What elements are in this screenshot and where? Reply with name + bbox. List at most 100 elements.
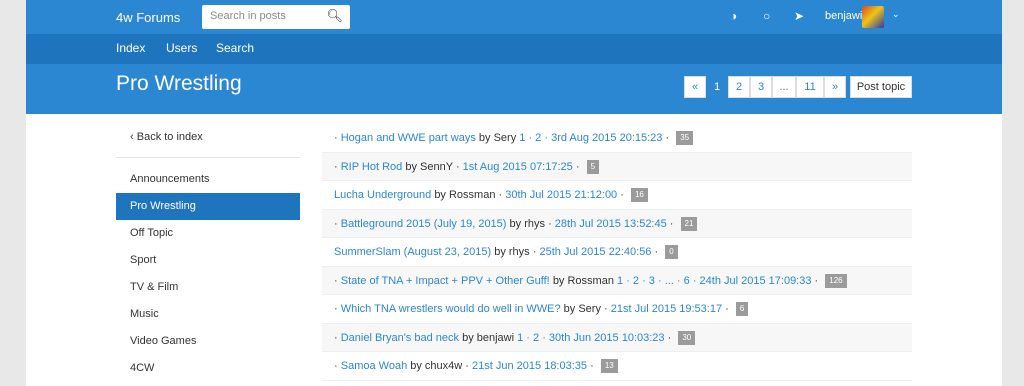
sidebar-item-announcements[interactable]: Announcements (116, 166, 300, 193)
topic-bullet: · (334, 331, 338, 344)
topic-bullet: · (334, 132, 338, 144)
reply-count-badge: 0 (665, 245, 678, 260)
topic-author: by benjawi (462, 331, 515, 344)
post-topic-button[interactable]: Post topic (850, 76, 912, 98)
reply-count-badge: 16 (630, 188, 648, 203)
sidebar-item-sport[interactable]: Sport (116, 247, 300, 274)
pagination-page-3[interactable]: 3 (750, 76, 772, 98)
topic-date[interactable]: 25th Jul 2015 22:40:56 (539, 246, 651, 258)
avatar[interactable] (862, 6, 884, 28)
sidebar-item-music[interactable]: Music (116, 301, 300, 328)
topic-separator: · (654, 246, 659, 258)
app-window: 4w Forums Search in posts 🔍︎ ◑ ○ ➤ benja… (26, 0, 1002, 386)
topic-row: · Samoa Woah by chux4w · 21st Jun 2015 1… (322, 352, 912, 381)
pagination-ellipsis: ... (772, 76, 796, 98)
reply-count-badge: 6 (735, 302, 749, 317)
reply-count-badge: 126 (825, 273, 847, 288)
topic-author: by SennY (405, 160, 453, 173)
topic-title[interactable]: Samoa Woah (341, 360, 407, 372)
topic-row: · Battleground 2015 (July 19, 2015) by r… (322, 209, 912, 238)
pagination-prev[interactable]: « (684, 76, 706, 98)
topic-author: by Rossman (552, 274, 614, 287)
topic-row: · Daniel Bryan's bad neck by benjawi 1 ·… (322, 323, 912, 352)
topic-pages: · (465, 360, 469, 372)
topic-date[interactable]: 1st Aug 2015 07:17:25 (463, 161, 573, 173)
topic-bullet: · (334, 217, 338, 230)
topic-pages: · (548, 217, 552, 230)
topic-bullet: · (334, 160, 338, 173)
topic-title[interactable]: Lucha Underground (334, 189, 431, 201)
topic-row: · Which TNA wrestlers would do well in W… (322, 295, 912, 324)
nav-users[interactable]: Users (166, 41, 197, 55)
topic-title[interactable]: Daniel Bryan's bad neck (341, 332, 459, 344)
search-icon[interactable]: 🔍︎ (326, 8, 343, 24)
topic-author: by Sery (563, 303, 601, 315)
topic-date[interactable]: 30th Jun 2015 10:03:23 (549, 332, 665, 344)
topic-row: · State of TNA + Impact + PPV + Other Gu… (322, 266, 912, 295)
topic-author: by rhys (509, 217, 545, 230)
reply-count-badge: 30 (678, 330, 696, 345)
topic-separator: · (590, 360, 594, 372)
topic-date[interactable]: 30th Jul 2015 21:12:00 (505, 189, 617, 201)
topic-date[interactable]: 21st Jun 2015 18:03:35 (472, 360, 587, 372)
topic-separator: · (667, 331, 672, 344)
topic-title[interactable]: Hogan and WWE part ways (341, 132, 476, 144)
sidebar-item-4cw[interactable]: 4CW (116, 355, 300, 382)
topic-date[interactable]: 21st Jul 2015 19:53:17 (611, 303, 722, 315)
topic-title[interactable]: RIP Hot Rod (341, 161, 403, 173)
sidebar-item-tv-film[interactable]: TV & Film (116, 274, 300, 301)
dashboard-icon[interactable]: ◑ (730, 9, 737, 23)
nav-index[interactable]: Index (116, 41, 145, 55)
topic-date[interactable]: 24th Jul 2015 17:09:33 (700, 275, 812, 287)
search-placeholder: Search in posts (210, 10, 286, 22)
topic-pages[interactable]: 1 · 2 · (519, 132, 548, 144)
username[interactable]: benjawi (825, 10, 862, 22)
topic-row: Lucha Underground by Rossman · 30th Jul … (322, 181, 912, 210)
topic-title[interactable]: Battleground 2015 (July 19, 2015) (341, 218, 507, 230)
topic-separator: · (620, 189, 624, 201)
topic-bullet: · (334, 303, 338, 315)
topic-title[interactable]: Which TNA wrestlers would do well in WWE… (341, 303, 561, 315)
brand-link[interactable]: 4w Forums (116, 10, 180, 25)
paper-plane-icon[interactable]: ➤ (794, 9, 804, 23)
topic-bullet: · (334, 360, 338, 372)
topic-pages[interactable]: 1 · 2 · (517, 332, 546, 344)
sidebar: ‹ Back to index Announcements Pro Wrestl… (116, 126, 300, 382)
topic-author: by chux4w (410, 360, 463, 372)
topic-separator: · (575, 160, 580, 173)
topic-author: by Rossman (434, 189, 496, 201)
pagination-page-1[interactable]: 1 (706, 76, 728, 98)
reply-count-badge: 5 (586, 159, 600, 174)
topic-date[interactable]: 3rd Aug 2015 20:15:23 (551, 132, 662, 144)
topic-author: by rhys (494, 246, 530, 258)
topic-separator: · (814, 274, 819, 287)
topic-date[interactable]: 28th Jul 2015 13:52:45 (555, 218, 667, 230)
nav-search[interactable]: Search (216, 41, 254, 55)
topic-pages: · (532, 246, 537, 258)
topic-author: by Sery (478, 132, 517, 144)
pagination-next[interactable]: » (824, 76, 846, 98)
sidebar-item-video-games[interactable]: Video Games (116, 328, 300, 355)
back-to-index-link[interactable]: ‹ Back to index (116, 126, 300, 158)
reply-count-badge: 13 (600, 359, 618, 374)
sidebar-item-pro-wrestling[interactable]: Pro Wrestling (116, 193, 300, 220)
topic-separator: · (725, 303, 729, 315)
topic-title[interactable]: SummerSlam (August 23, 2015) (334, 246, 491, 258)
search-input[interactable]: Search in posts 🔍︎ (202, 5, 350, 29)
page-title: Pro Wrestling (116, 72, 242, 95)
topic-bullet: · (334, 274, 338, 287)
back-label: Back to index (136, 131, 203, 143)
page-header: Pro Wrestling « 1 2 3 ... 11 » Post topi… (26, 64, 1002, 114)
topic-separator: · (665, 132, 670, 144)
topic-list: · Hogan and WWE part ways by Sery 1 · 2 … (322, 124, 912, 381)
pagination-page-11[interactable]: 11 (796, 76, 824, 98)
topic-pages: · (498, 189, 503, 201)
chevron-left-icon: ‹ (130, 131, 134, 143)
topic-pages: · (455, 160, 460, 173)
pagination-page-2[interactable]: 2 (728, 76, 750, 98)
circle-icon[interactable]: ○ (763, 9, 770, 23)
chevron-down-icon[interactable]: ⌄ (892, 9, 900, 20)
sidebar-item-off-topic[interactable]: Off Topic (116, 220, 300, 247)
topic-title[interactable]: State of TNA + Impact + PPV + Other Guff… (341, 275, 550, 287)
topic-pages[interactable]: 1 · 2 · 3 · ... · 6 · (617, 275, 696, 287)
